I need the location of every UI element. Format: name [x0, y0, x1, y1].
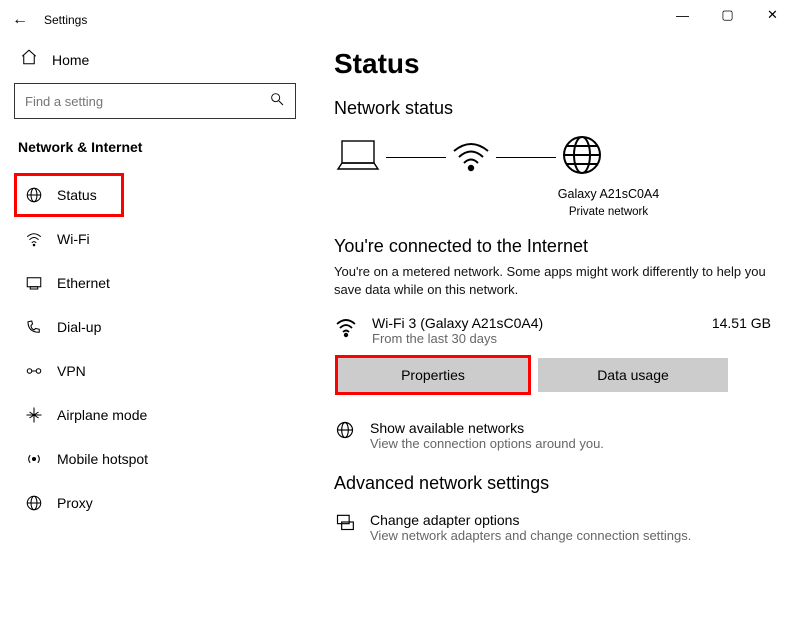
connector-line — [496, 157, 556, 159]
sidebar-item-hotspot[interactable]: Mobile hotspot — [14, 437, 296, 481]
sidebar-item-dialup[interactable]: Dial-up — [14, 305, 296, 349]
section-title: Network status — [334, 98, 771, 119]
device-subtitle: Private network — [446, 204, 771, 220]
sidebar-item-proxy[interactable]: Proxy — [14, 481, 296, 525]
adapter-title: Change adapter options — [370, 512, 691, 528]
maximize-button[interactable]: ▢ — [705, 0, 750, 30]
sidebar-item-ethernet[interactable]: Ethernet — [14, 261, 296, 305]
sidebar-item-label: Status — [57, 187, 97, 203]
sidebar-item-label: Proxy — [57, 495, 93, 511]
home-nav[interactable]: Home — [14, 40, 296, 83]
search-input[interactable] — [25, 94, 269, 109]
page-title: Status — [334, 48, 771, 80]
sidebar-item-vpn[interactable]: VPN — [14, 349, 296, 393]
sidebar-item-label: Wi-Fi — [57, 231, 90, 247]
wifi-data-amount: 14.51 GB — [712, 315, 771, 331]
sidebar-item-label: Ethernet — [57, 275, 110, 291]
search-icon — [269, 91, 285, 112]
adapter-icon — [334, 512, 356, 543]
proxy-icon — [25, 494, 43, 512]
sidebar-item-label: Mobile hotspot — [57, 451, 148, 467]
device-name: Galaxy A21sC0A4 — [446, 186, 771, 204]
globe-icon — [25, 186, 43, 204]
ethernet-icon — [25, 274, 43, 292]
airplane-icon — [25, 406, 43, 424]
sidebar-item-status[interactable]: Status — [14, 173, 124, 217]
sidebar: Home Network & Internet Status Wi-Fi E — [0, 40, 310, 627]
phone-icon — [25, 318, 43, 336]
search-box[interactable] — [14, 83, 296, 119]
sidebar-item-airplane[interactable]: Airplane mode — [14, 393, 296, 437]
sidebar-item-label: Airplane mode — [57, 407, 147, 423]
window-title: Settings — [44, 13, 87, 27]
sidebar-item-wifi[interactable]: Wi-Fi — [14, 217, 296, 261]
close-button[interactable]: ✕ — [750, 0, 795, 30]
advanced-section-title: Advanced network settings — [334, 473, 771, 494]
adapter-sub: View network adapters and change connect… — [370, 528, 691, 543]
connector-line — [386, 157, 446, 159]
wifi-subtext: From the last 30 days — [372, 331, 543, 346]
main-panel: Status Network status Galaxy A21sC0A4 Pr… — [310, 40, 795, 627]
network-diagram — [334, 133, 771, 182]
sidebar-item-label: VPN — [57, 363, 86, 379]
show-networks-link[interactable]: Show available networks View the connect… — [334, 420, 771, 451]
connection-title: You're connected to the Internet — [334, 236, 771, 257]
globe-diagram-icon — [560, 133, 604, 182]
adapter-options-link[interactable]: Change adapter options View network adap… — [334, 512, 771, 543]
laptop-icon — [334, 135, 382, 180]
sidebar-item-label: Dial-up — [57, 319, 101, 335]
show-networks-title: Show available networks — [370, 420, 604, 436]
connection-description: You're on a metered network. Some apps m… — [334, 263, 771, 299]
data-usage-button[interactable]: Data usage — [538, 358, 728, 392]
nav-section-header: Network & Internet — [18, 139, 296, 155]
wifi-diagram-icon — [450, 135, 492, 180]
wifi-icon — [25, 230, 43, 248]
back-button[interactable]: ← — [0, 11, 40, 29]
wifi-name: Wi-Fi 3 (Galaxy A21sC0A4) — [372, 315, 543, 331]
wifi-detail-icon — [334, 315, 358, 344]
show-networks-sub: View the connection options around you. — [370, 436, 604, 451]
home-icon — [20, 48, 38, 71]
properties-button[interactable]: Properties — [338, 358, 528, 392]
minimize-button[interactable]: — — [660, 0, 705, 30]
hotspot-icon — [25, 450, 43, 468]
home-label: Home — [52, 52, 89, 68]
vpn-icon — [25, 362, 43, 380]
globe-small-icon — [334, 420, 356, 451]
